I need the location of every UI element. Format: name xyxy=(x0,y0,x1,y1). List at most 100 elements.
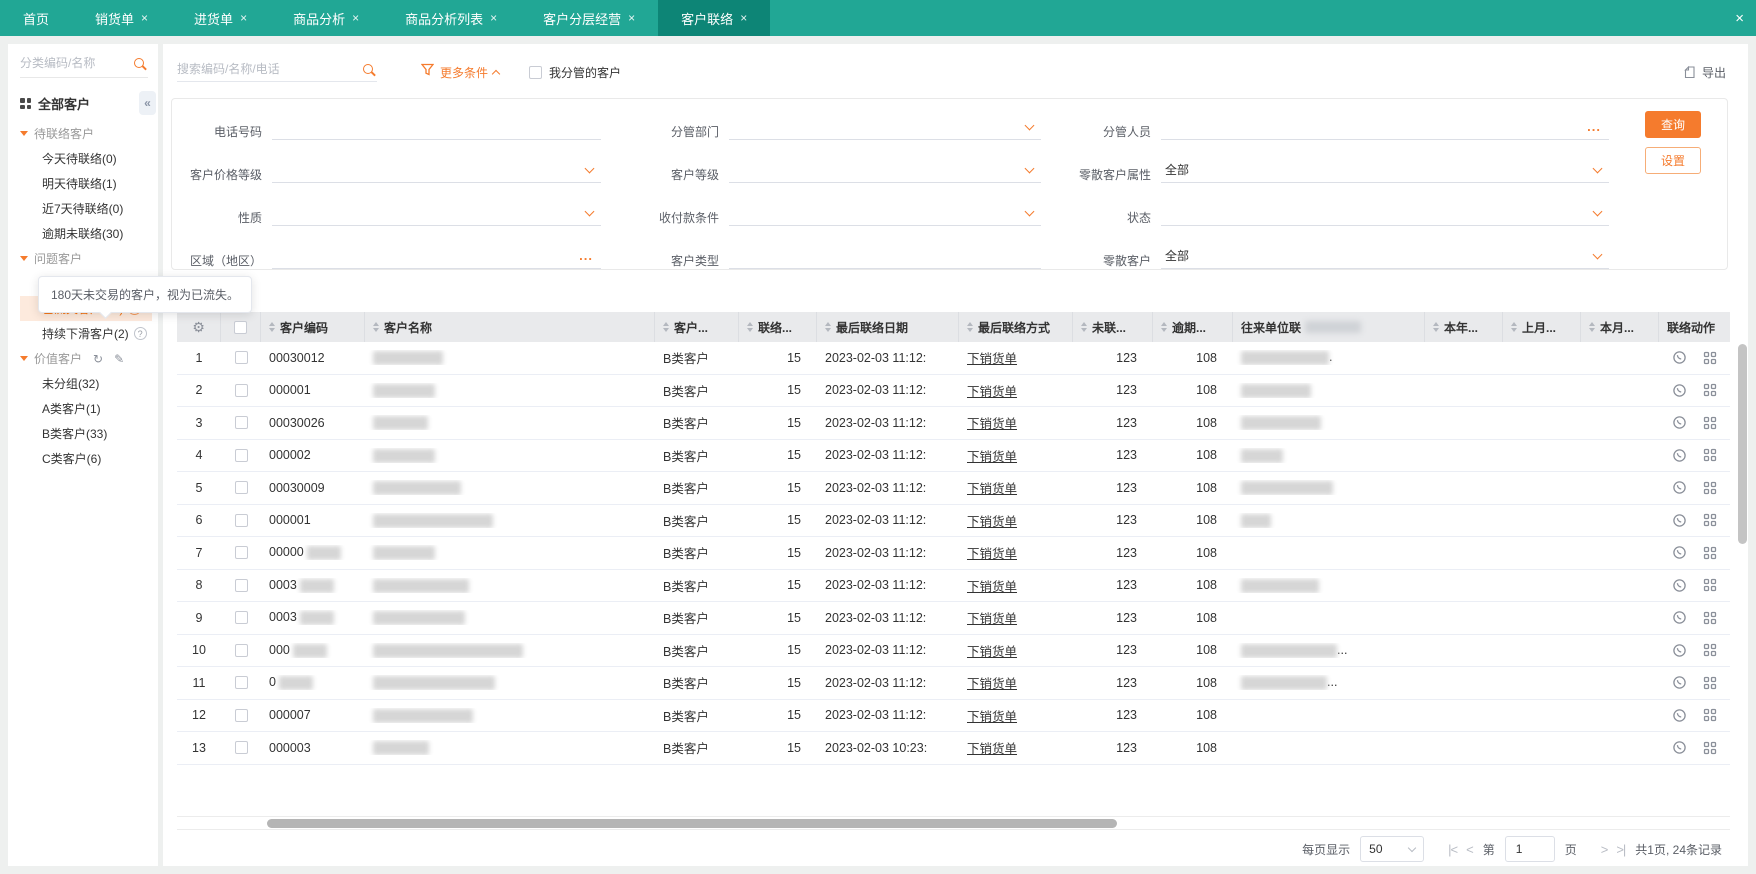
my-customers-checkbox-row[interactable]: 我分管的客户 xyxy=(529,64,621,81)
method-link[interactable]: 下销货单 xyxy=(967,515,1017,529)
row-checkbox[interactable] xyxy=(234,351,248,365)
tab[interactable]: 商品分析 × xyxy=(270,0,382,36)
main-search-input[interactable] xyxy=(177,62,363,76)
table-row[interactable]: 8 0003 B类客户 15 2023-02-03 11:12: 下销货单 12… xyxy=(177,570,1730,602)
prev-page-button[interactable]: < xyxy=(1466,842,1474,857)
grid-actions-icon[interactable] xyxy=(1703,676,1717,690)
column-header[interactable]: 往来单位联 xyxy=(1233,312,1425,342)
method-link[interactable]: 下销货单 xyxy=(967,742,1017,756)
table-row[interactable]: 1 00030012 B类客户 15 2023-02-03 11:12: 下销货… xyxy=(177,342,1730,375)
method-link[interactable]: 下销货单 xyxy=(967,385,1017,399)
method-link[interactable]: 下销货单 xyxy=(967,612,1017,626)
row-checkbox[interactable] xyxy=(234,448,248,462)
method-link[interactable]: 下销货单 xyxy=(967,450,1017,464)
table-row[interactable]: 10 000 B类客户 15 2023-02-03 11:12: 下销货单 12… xyxy=(177,635,1730,667)
filter-field-input[interactable]: 全部 xyxy=(1161,246,1609,269)
table-row[interactable]: 12 000007 B类客户 15 2023-02-03 11:12: 下销货单… xyxy=(177,700,1730,732)
sidebar-search-input[interactable] xyxy=(20,56,116,70)
tab[interactable]: 进货单 × xyxy=(171,0,270,36)
close-icon[interactable]: × xyxy=(240,11,247,25)
column-header[interactable]: 本月... xyxy=(1581,312,1659,342)
sidebar-group[interactable]: 待联络客户 xyxy=(20,121,158,146)
row-checkbox[interactable] xyxy=(234,676,248,690)
grid-actions-icon[interactable] xyxy=(1703,578,1717,592)
table-row[interactable]: 4 000002 B类客户 15 2023-02-03 11:12: 下销货单 … xyxy=(177,440,1730,472)
column-header[interactable]: 本年... xyxy=(1425,312,1503,342)
table-row[interactable]: 6 000001 B类客户 15 2023-02-03 11:12: 下销货单 … xyxy=(177,505,1730,537)
vertical-scrollbar[interactable] xyxy=(1738,344,1747,768)
last-page-button[interactable]: >| xyxy=(1616,842,1626,857)
phone-icon[interactable] xyxy=(1672,383,1687,398)
table-row[interactable]: 13 000003 B类客户 15 2023-02-03 10:23: 下销货单… xyxy=(177,732,1730,765)
method-link[interactable]: 下销货单 xyxy=(967,710,1017,724)
next-page-button[interactable]: > xyxy=(1601,842,1609,857)
table-row[interactable]: 9 0003 B类客户 15 2023-02-03 11:12: 下销货单 12… xyxy=(177,602,1730,635)
column-header[interactable]: 联络动作 xyxy=(1659,312,1730,342)
close-icon[interactable]: × xyxy=(352,11,359,25)
filter-field-input[interactable] xyxy=(729,246,1041,269)
sidebar-item-all-customers[interactable]: 全部客户 « xyxy=(20,91,158,115)
export-button[interactable]: 导出 xyxy=(1684,64,1726,81)
filter-field-input[interactable]: ... xyxy=(272,246,601,269)
phone-icon[interactable] xyxy=(1672,675,1687,690)
select-all-checkbox[interactable] xyxy=(234,320,247,334)
row-checkbox[interactable] xyxy=(234,708,248,722)
method-link[interactable]: 下销货单 xyxy=(967,352,1017,366)
grid-actions-icon[interactable] xyxy=(1703,708,1717,722)
close-icon[interactable]: × xyxy=(490,11,497,25)
help-icon[interactable]: ? xyxy=(133,327,147,340)
phone-icon[interactable] xyxy=(1672,513,1687,528)
horizontal-scrollbar-thumb[interactable] xyxy=(267,819,1117,828)
sidebar-item[interactable]: B类客户(33) xyxy=(20,421,152,446)
collapse-sidebar-button[interactable]: « xyxy=(139,91,156,115)
my-customers-checkbox[interactable] xyxy=(529,65,543,79)
filter-field-input[interactable] xyxy=(729,160,1041,183)
filter-field-input[interactable] xyxy=(272,203,601,226)
row-checkbox[interactable] xyxy=(234,481,248,495)
tab[interactable]: 销货单 × xyxy=(72,0,171,36)
grid-actions-icon[interactable] xyxy=(1703,643,1717,657)
edit-icon[interactable]: ✎ xyxy=(114,352,124,366)
row-checkbox[interactable] xyxy=(234,578,248,592)
close-icon[interactable]: × xyxy=(740,11,747,25)
gear-icon[interactable]: ⚙ xyxy=(192,319,205,336)
column-header[interactable]: 未联... xyxy=(1073,312,1153,342)
query-button[interactable]: 查询 xyxy=(1645,111,1701,138)
sidebar-item[interactable]: 今天待联络(0) xyxy=(20,146,152,171)
sidebar-group[interactable]: 价值客户 ↻ ✎ xyxy=(20,346,158,371)
filter-field-input[interactable]: ... xyxy=(1161,117,1609,140)
sidebar-item[interactable]: 近7天待联络(0) xyxy=(20,196,152,221)
page-number-input[interactable]: 1 xyxy=(1504,836,1555,862)
grid-actions-icon[interactable] xyxy=(1703,448,1717,462)
sidebar-group[interactable]: 问题客户 xyxy=(20,246,158,271)
filter-field-input[interactable] xyxy=(272,117,601,140)
first-page-button[interactable]: |< xyxy=(1448,842,1458,857)
phone-icon[interactable] xyxy=(1672,578,1687,593)
tab[interactable]: 客户联络 × xyxy=(658,0,771,36)
sidebar-item[interactable]: 持续下滑客户(2) ? xyxy=(20,321,152,346)
filter-field-input[interactable]: 全部 xyxy=(1161,160,1609,183)
tab[interactable]: 首页 xyxy=(0,0,72,36)
search-icon[interactable] xyxy=(134,58,144,68)
table-row[interactable]: 3 00030026 B类客户 15 2023-02-03 11:12: 下销货… xyxy=(177,407,1730,440)
row-checkbox[interactable] xyxy=(234,643,248,657)
grid-actions-icon[interactable] xyxy=(1703,416,1717,430)
sidebar-item[interactable]: 明天待联络(1) xyxy=(20,171,152,196)
phone-icon[interactable] xyxy=(1672,708,1687,723)
vertical-scrollbar-thumb[interactable] xyxy=(1738,344,1747,544)
phone-icon[interactable] xyxy=(1672,415,1687,430)
phone-icon[interactable] xyxy=(1672,448,1687,463)
sidebar-item[interactable]: A类客户(1) xyxy=(20,396,152,421)
grid-actions-icon[interactable] xyxy=(1703,611,1717,625)
table-row[interactable]: 7 00000 B类客户 15 2023-02-03 11:12: 下销货单 1… xyxy=(177,537,1730,570)
row-checkbox[interactable] xyxy=(234,513,248,527)
column-header[interactable] xyxy=(221,312,261,342)
search-icon[interactable] xyxy=(363,64,373,74)
phone-icon[interactable] xyxy=(1672,643,1687,658)
row-checkbox[interactable] xyxy=(234,546,248,560)
tab[interactable]: 商品分析列表 × xyxy=(382,0,520,36)
table-row[interactable]: 5 00030009 B类客户 15 2023-02-03 11:12: 下销货… xyxy=(177,472,1730,505)
row-checkbox[interactable] xyxy=(234,741,248,755)
filter-field-input[interactable] xyxy=(272,160,601,183)
phone-icon[interactable] xyxy=(1672,545,1687,560)
